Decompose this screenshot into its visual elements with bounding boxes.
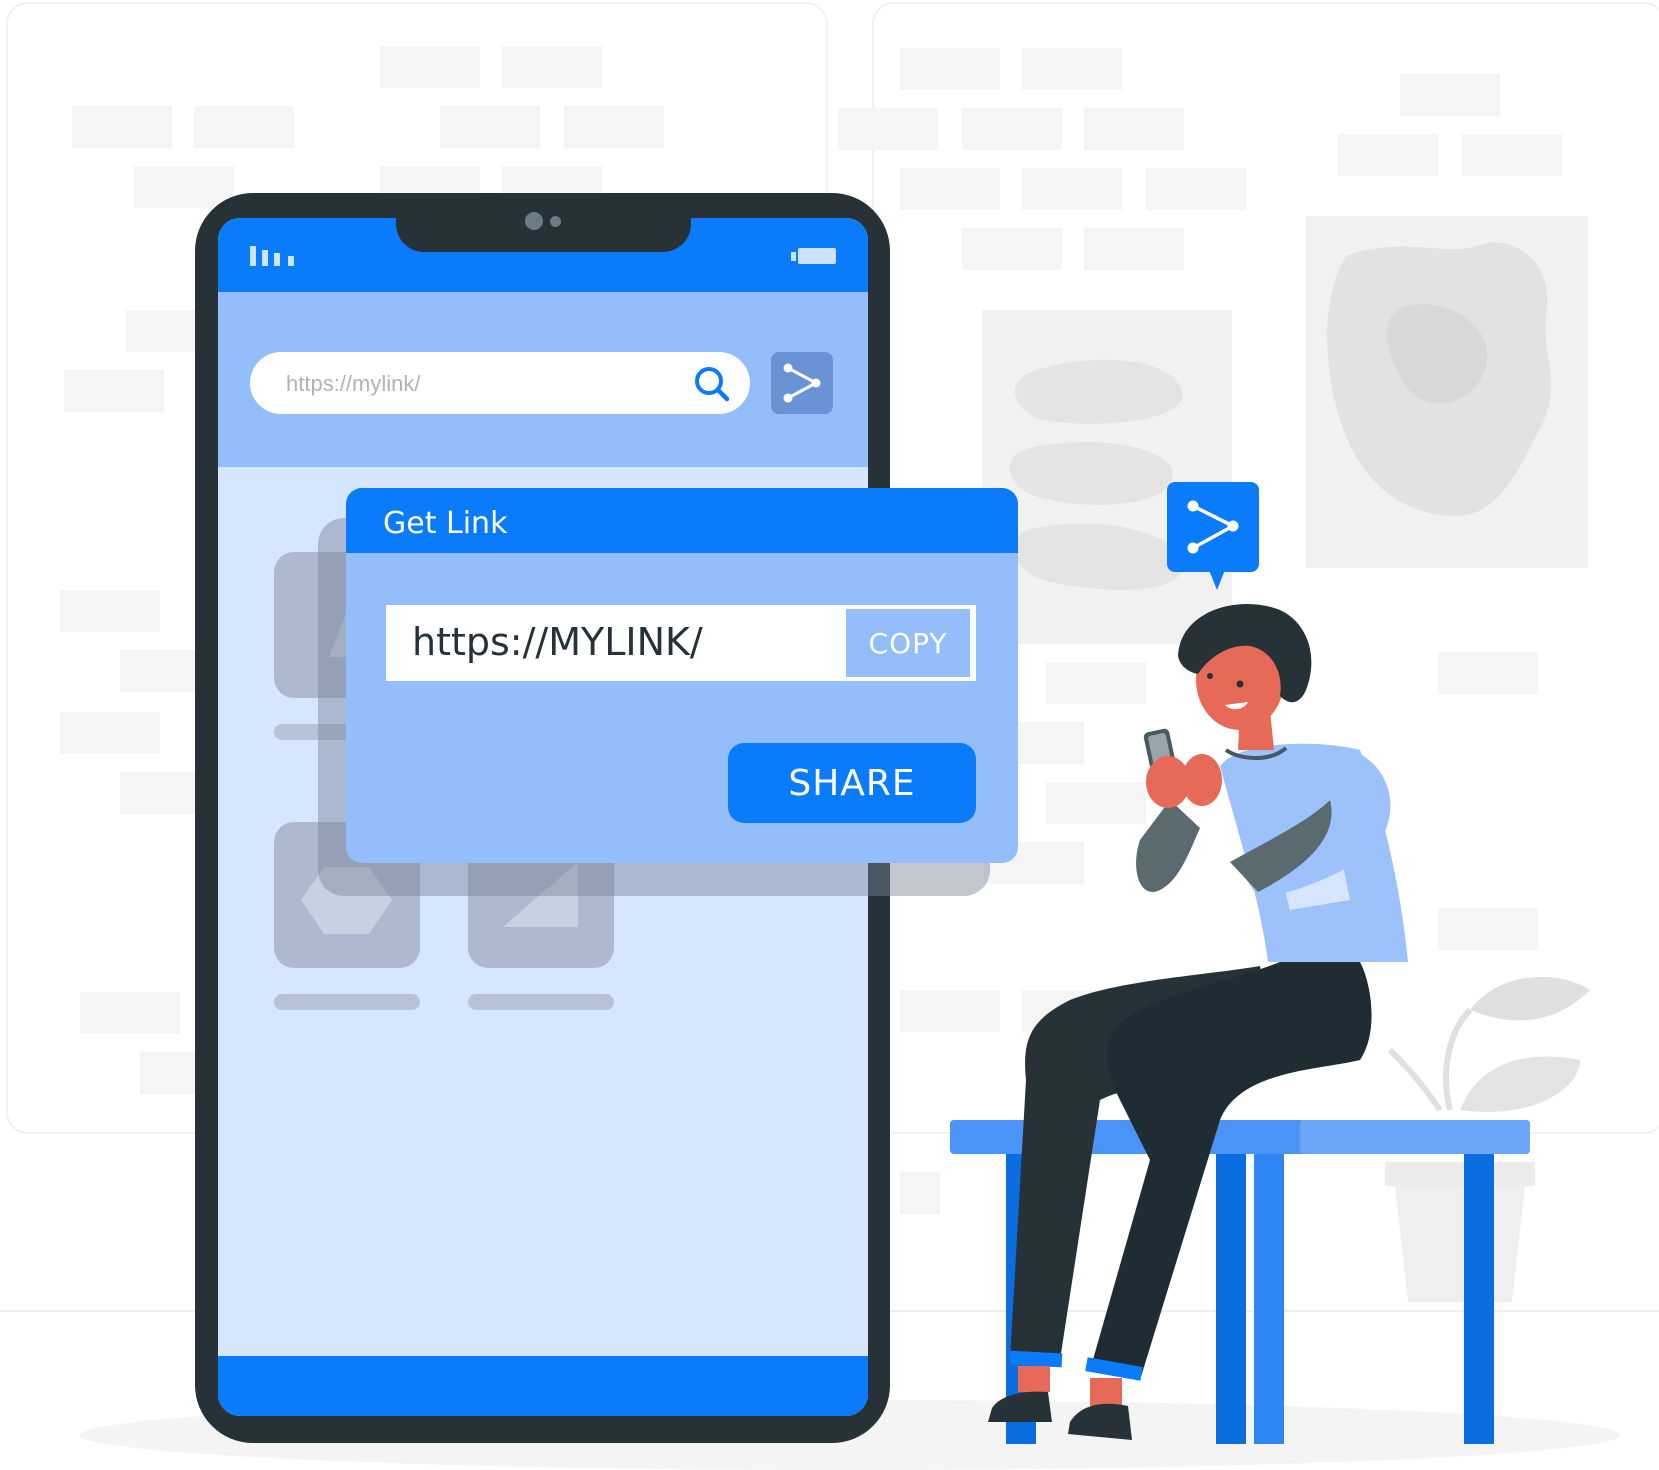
tile-caption-placeholder — [468, 994, 614, 1010]
wall-brick — [194, 106, 294, 148]
abstract-art-icon — [1327, 242, 1552, 516]
wall-brick — [1022, 168, 1122, 210]
get-link-dialog: Get Link https://MYLINK/ COPY SHARE — [346, 488, 1018, 863]
url-input[interactable] — [284, 366, 678, 402]
wall-brick — [1022, 48, 1122, 90]
wall-brick — [440, 106, 540, 148]
phone-notch — [396, 214, 691, 252]
share-icon — [783, 363, 821, 403]
wall-brick — [502, 46, 602, 88]
bottom-navigation-bar — [218, 1356, 868, 1416]
wall-brick — [564, 106, 664, 148]
wall-brick — [134, 166, 234, 208]
wall-brick — [962, 108, 1062, 150]
wall-brick — [72, 106, 172, 148]
front-camera — [525, 212, 543, 230]
share-link-button[interactable]: SHARE — [728, 743, 976, 823]
link-field[interactable]: https://MYLINK/ COPY — [386, 605, 976, 681]
dialog-title-bar: Get Link — [346, 488, 1018, 553]
url-bar[interactable] — [250, 352, 750, 414]
sensor-dot — [550, 216, 561, 227]
wall-brick — [1462, 134, 1562, 176]
wall-brick — [900, 48, 1000, 90]
wall-brick — [140, 1052, 196, 1094]
wall-brick — [380, 46, 480, 88]
wall-brick — [1084, 228, 1184, 270]
abstract-art-icon — [1009, 359, 1183, 590]
share-bubble — [1167, 482, 1259, 590]
wall-brick — [900, 1172, 940, 1214]
wall-brick — [900, 168, 1000, 210]
wall-brick — [120, 650, 196, 692]
signal-icon — [250, 244, 302, 266]
wall-brick — [1146, 168, 1246, 210]
wall-brick — [60, 712, 160, 754]
wall-brick — [1400, 74, 1500, 116]
tile-caption-placeholder — [274, 994, 420, 1010]
wall-brick — [1338, 134, 1438, 176]
wall-brick — [60, 590, 160, 632]
wall-brick — [962, 228, 1062, 270]
wall-brick — [80, 992, 180, 1034]
battery-tip — [791, 252, 796, 261]
wall-picture-frame — [982, 310, 1232, 644]
share-button[interactable] — [771, 352, 833, 414]
wall-brick — [120, 772, 196, 814]
battery-icon — [798, 248, 836, 264]
wall-brick — [1084, 108, 1184, 150]
search-icon[interactable] — [690, 362, 734, 406]
wall-brick — [838, 108, 938, 150]
dialog-title: Get Link — [383, 506, 508, 541]
wall-brick — [126, 310, 196, 352]
share-bubble-icon — [1187, 500, 1239, 590]
person-on-bench-illustration — [950, 603, 1530, 1444]
link-value[interactable]: https://MYLINK/ — [412, 620, 703, 664]
wall-picture-frame — [1306, 216, 1588, 568]
wall-brick — [64, 370, 164, 412]
